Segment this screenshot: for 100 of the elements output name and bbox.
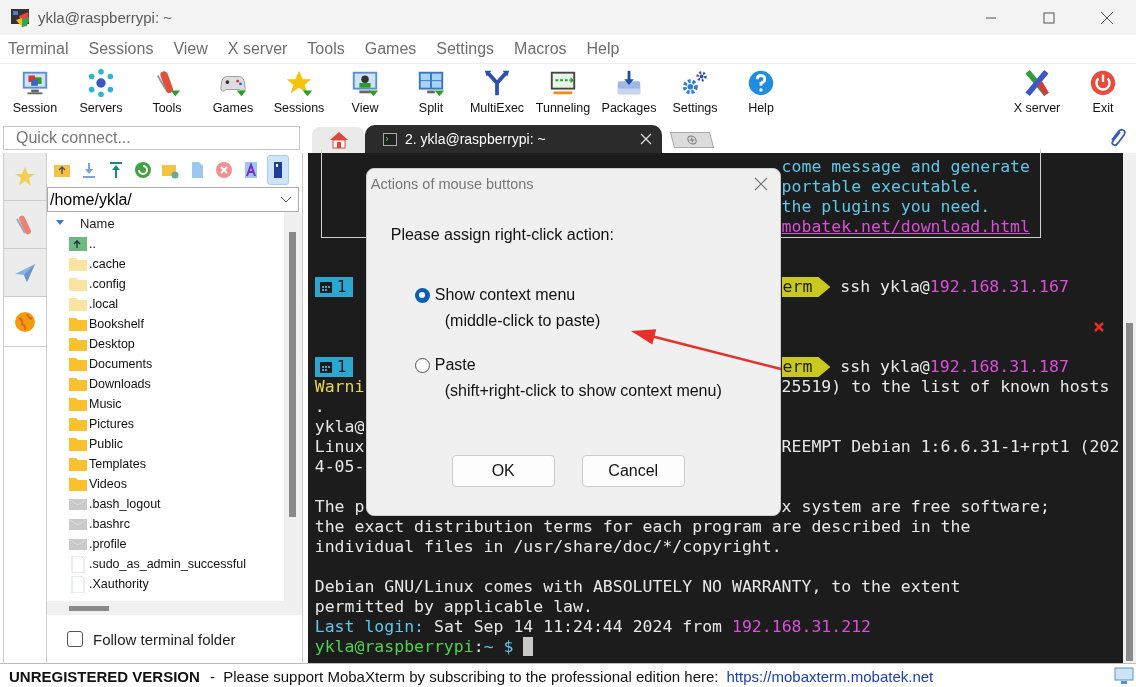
dialog-button[interactable]: OK [451, 455, 555, 487]
cursor [523, 637, 534, 656]
file-row[interactable]: .. [46, 234, 284, 254]
folder-icon [68, 475, 87, 493]
file-row[interactable]: Bookshelf [46, 314, 284, 334]
toolbar-button[interactable]: Games [200, 64, 266, 123]
terminal-text: 25519) to the list of known hosts [781, 377, 1110, 397]
x-logo-icon [1022, 68, 1052, 98]
side-tab[interactable] [4, 249, 46, 297]
file-row[interactable]: .sudo_as_admin_successful [46, 554, 284, 574]
file-row[interactable]: Documents [46, 354, 284, 374]
close-icon[interactable] [1100, 10, 1114, 25]
file-icon [68, 555, 87, 573]
terminal-text: Warni [314, 377, 365, 397]
folder-icon [68, 315, 87, 333]
file-row[interactable]: .bash_logout [46, 494, 284, 514]
toolbar-button[interactable]: Settings [662, 64, 728, 123]
radio-label[interactable]: Paste [434, 355, 476, 375]
radio-button[interactable] [414, 287, 430, 303]
checkbox[interactable] [66, 631, 83, 647]
power-icon [1088, 68, 1118, 98]
new-tab-button[interactable] [669, 132, 715, 148]
folder-icon [68, 295, 87, 313]
file-row[interactable]: .local [46, 294, 284, 314]
menu-item[interactable]: Macros [514, 40, 567, 58]
terminal-link[interactable]: mobatek.net/download.html [781, 217, 1030, 237]
file-row[interactable]: Videos [46, 474, 284, 494]
terminal-text: 4-05- [314, 457, 365, 477]
file-row[interactable]: Public [46, 434, 284, 454]
folder-icon [68, 395, 87, 413]
file-row[interactable]: Desktop [46, 334, 284, 354]
menu-item[interactable]: Terminal [8, 40, 69, 58]
terminal-text: 192.168.31.212 [731, 617, 872, 637]
terminal-text: Debian GNU/Linux comes with ABSOLUTELY NO WARRANTY, to the extent [314, 577, 961, 597]
dialog-title: Actions of mouse buttons [370, 175, 534, 194]
website-link[interactable]: https://mobaxterm.mobatek.net [726, 667, 934, 685]
terminal-tab[interactable]: 2. ykla@raspberrypi: ~ [365, 125, 662, 153]
maximize-icon[interactable] [1043, 11, 1055, 24]
status-message: - Please support MobaXterm by subscribing to the professional edition here: [209, 667, 719, 685]
menu-item[interactable]: Help [586, 40, 620, 58]
network-icon [86, 68, 116, 98]
file-row[interactable]: .Xauthority [46, 574, 284, 594]
file-row[interactable]: Downloads [46, 374, 284, 394]
path-dropdown[interactable]: /home/ykla/ [46, 187, 299, 212]
toolbar-button[interactable]: Servers [68, 64, 134, 123]
calendar-icon [318, 360, 333, 374]
window-title: ykla@raspberrypi: ~ [38, 9, 173, 26]
folder-icon [68, 355, 87, 373]
calendar-icon [318, 280, 333, 294]
toolbar-button[interactable]: Exit [1070, 64, 1136, 123]
terminal-text: ssh ykla@ [839, 277, 930, 297]
monitor-icon[interactable] [1114, 667, 1134, 685]
toolbar-button[interactable]: Split [398, 64, 464, 123]
menu-item[interactable]: X server [227, 40, 288, 58]
terminal-text: permitted by applicable law. [314, 597, 593, 617]
toolbar-button[interactable]: Packages [596, 64, 662, 123]
toolbar-button[interactable]: Session [2, 64, 68, 123]
prompt-segment: 1 [314, 277, 353, 297]
quick-connect-field[interactable]: Quick connect... [3, 126, 300, 150]
toolbar-button[interactable]: MultiExec [464, 64, 530, 123]
folder-icon [68, 435, 87, 453]
file-row[interactable]: Templates [46, 454, 284, 474]
terminal-text: come message and generate [781, 157, 1030, 177]
folder-icon [68, 275, 87, 293]
terminal-text: the exact distribution terms for each program are described in the [314, 517, 971, 537]
terminal-text: : [473, 637, 484, 657]
terminal-text: Linux [314, 437, 365, 457]
menu-item[interactable]: Sessions [88, 40, 154, 58]
terminal-text: x system are free software; [781, 497, 1050, 517]
side-tab[interactable] [4, 201, 46, 249]
menu-item[interactable]: Games [364, 40, 417, 58]
toolbar-button[interactable]: X server [1004, 64, 1070, 123]
sort-icon [54, 220, 65, 226]
file-row[interactable]: .cache [46, 254, 284, 274]
terminal-text: ~ $ [483, 637, 514, 657]
menu-item[interactable]: Tools [307, 40, 345, 58]
terminal-text: REEMPT Debian 1:6.6.31-1+rpt1 (202 [781, 437, 1120, 457]
toolbar-button[interactable]: Help [728, 64, 794, 123]
file-row[interactable]: .bashrc [46, 514, 284, 534]
paperclip-icon[interactable] [1108, 128, 1126, 148]
menu-item[interactable]: Settings [436, 40, 495, 58]
file-row[interactable]: .profile [46, 534, 284, 554]
scrollbar[interactable] [1123, 153, 1136, 663]
scrollbar[interactable] [46, 601, 302, 615]
file-row[interactable]: .config [46, 274, 284, 294]
menu-item[interactable]: View [173, 40, 208, 58]
dialog-button[interactable]: Cancel [581, 455, 685, 487]
radio-label[interactable]: Show context menu [434, 285, 576, 305]
column-header[interactable]: Name [79, 215, 115, 231]
toolbar-button[interactable]: Tools [134, 64, 200, 123]
home-tab[interactable] [312, 127, 365, 153]
radio-button[interactable] [414, 357, 430, 373]
dialog-prompt: Please assign right-click action: [390, 225, 615, 245]
toolbar-button[interactable]: View [332, 64, 398, 123]
sftp-toolbar-button[interactable] [266, 155, 289, 185]
file-row[interactable]: Music [46, 394, 284, 414]
toolbar-button[interactable]: Tunneling [530, 64, 596, 123]
file-row[interactable]: Pictures [46, 414, 284, 434]
toolbar-button[interactable]: Sessions [266, 64, 332, 123]
option-hint: (shift+right-click to show context menu) [444, 381, 723, 401]
